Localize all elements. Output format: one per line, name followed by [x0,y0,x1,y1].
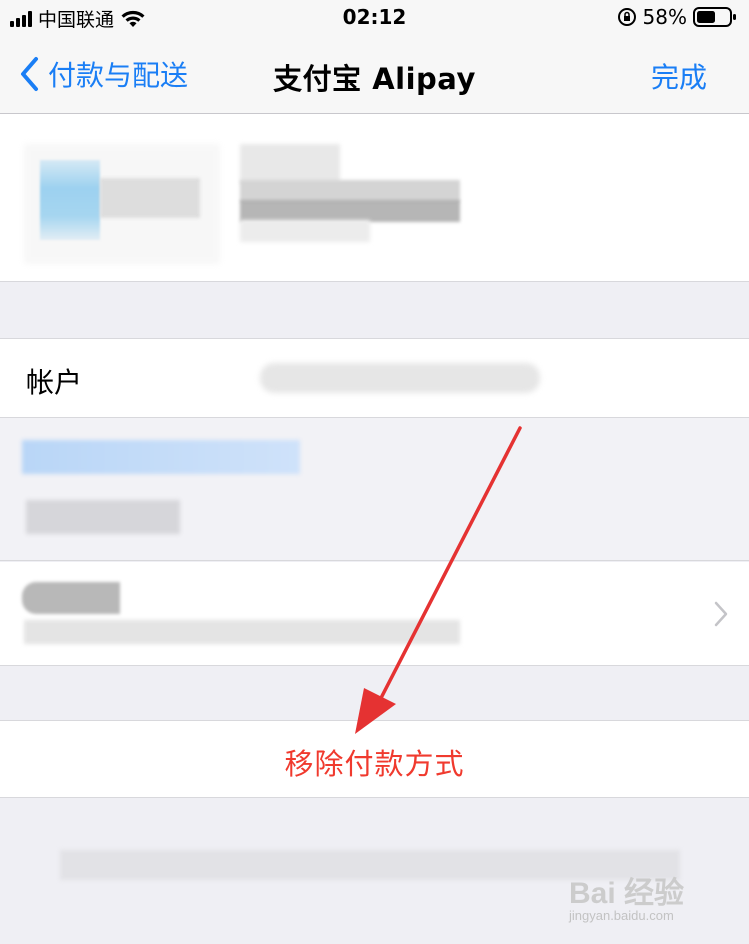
remove-payment-method-button[interactable]: 移除付款方式 [0,720,749,798]
battery-percent: 58% [642,5,687,29]
redacted-text-block [24,144,220,264]
navigation-bar: 付款与配送 支付宝 Alipay 完成 [0,34,749,114]
payment-card-summary [0,114,749,282]
address-row[interactable] [0,562,749,666]
battery-icon [693,7,736,27]
redacted-text-block [240,144,340,184]
redacted-account-value [260,363,540,393]
redacted-text-block [26,500,180,534]
status-right: 58% [617,5,737,29]
account-label: 帐户 [26,366,83,399]
watermark-logo: Bai 经验 jingyan.baidu.com [569,868,709,932]
done-button[interactable]: 完成 [651,56,707,96]
status-bar: 中国联通 02:12 58% [0,0,749,34]
page-title: 支付宝 Alipay [273,62,476,96]
account-details [0,418,749,561]
redacted-name [22,582,120,614]
watermark-url: jingyan.baidu.com [569,908,674,923]
account-row[interactable]: 帐户 [0,338,749,418]
chevron-right-icon [714,601,728,627]
redacted-text-block [240,200,460,222]
redacted-text-block [240,180,460,202]
redacted-address [24,620,460,644]
redacted-text-block [240,220,370,242]
remove-payment-method-label: 移除付款方式 [284,747,465,781]
watermark-logo-text: Bai 经验 [569,877,685,910]
rotation-lock-icon [617,8,636,26]
redacted-link-text [22,440,300,474]
